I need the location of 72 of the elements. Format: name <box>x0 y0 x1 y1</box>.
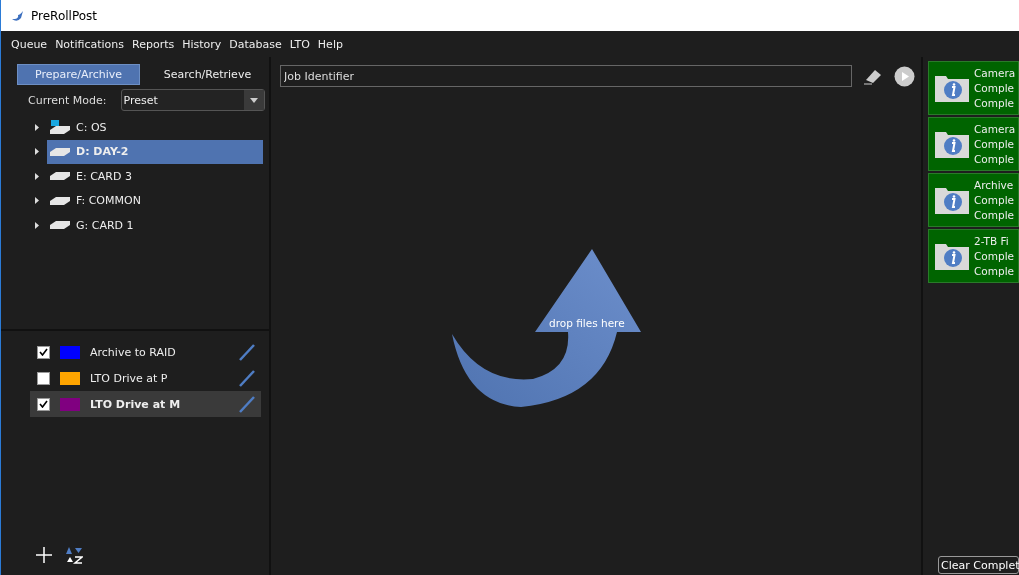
drive-item[interactable]: D: DAY-2 <box>47 139 263 164</box>
notification-text: Camera <box>974 121 1016 137</box>
notification-text: Comple <box>974 207 1015 223</box>
info-folder-icon <box>934 241 970 271</box>
menu-item[interactable]: Reports <box>132 37 175 51</box>
sort-icon[interactable] <box>66 546 83 564</box>
drive-icon <box>50 147 70 156</box>
preset-row[interactable]: LTO Drive at M <box>30 391 261 417</box>
preset-name: LTO Drive at M <box>90 397 182 411</box>
drop-hint: drop files here <box>549 316 625 329</box>
info-folder-icon <box>934 129 970 159</box>
clear-completed-button[interactable]: Clear Complet <box>938 556 1019 574</box>
add-icon[interactable] <box>36 547 52 563</box>
edit-pencil-icon[interactable] <box>238 369 256 387</box>
job-identifier-field[interactable]: Job Identifier <box>280 65 852 87</box>
notification-text: Comple <box>974 95 1016 111</box>
notification-text: Comple <box>974 192 1015 208</box>
computer-drive-icon <box>50 120 70 135</box>
drive-label: E: CARD 3 <box>76 169 132 183</box>
preset-name: LTO Drive at P <box>90 371 169 385</box>
notification-card[interactable]: 2-TB Fi Comple Comple <box>928 229 1019 283</box>
caret-icon <box>249 97 258 103</box>
notification-text: Comple <box>974 136 1016 152</box>
expand-arrow-icon[interactable] <box>35 221 39 229</box>
notification-card[interactable]: Camera Comple Comple <box>928 117 1019 171</box>
drive-icon <box>50 196 70 205</box>
menu-item[interactable]: Queue <box>11 37 48 51</box>
drive-label: D: DAY-2 <box>76 145 129 159</box>
mode-label: Current Mode: <box>28 93 107 107</box>
expand-arrow-icon[interactable] <box>35 148 39 156</box>
drive-label: G: CARD 1 <box>76 218 134 232</box>
notification-text: Comple <box>974 263 1015 279</box>
checkbox[interactable] <box>37 397 50 411</box>
mode-dropdown[interactable]: Preset <box>120 89 265 111</box>
drive-item[interactable]: F: COMMON <box>47 188 263 213</box>
drive-item[interactable]: C: OS <box>47 115 263 140</box>
info-folder-icon <box>934 73 970 103</box>
edit-pencil-icon[interactable] <box>238 343 256 361</box>
preset-name: Archive to RAID <box>90 345 177 359</box>
expand-arrow-icon[interactable] <box>35 123 39 131</box>
notification-card[interactable]: Camera Comple Comple <box>928 61 1019 115</box>
notification-text: 2-TB Fi <box>974 233 1010 249</box>
tab[interactable]: Search/Retrieve <box>146 64 269 85</box>
notification-card[interactable]: Archive Comple Comple <box>928 173 1019 227</box>
drive-icon <box>50 221 70 230</box>
expand-arrow-icon[interactable] <box>35 172 39 180</box>
menu-item[interactable]: History <box>182 37 222 51</box>
preset-row[interactable]: Archive to RAID <box>30 339 261 365</box>
drive-label: F: COMMON <box>76 194 141 208</box>
notification-text: Comple <box>974 248 1015 264</box>
notification-text: Archive <box>974 177 1015 193</box>
eraser-icon[interactable] <box>862 67 884 85</box>
menu-item[interactable]: LTO <box>289 37 310 51</box>
drive-item[interactable]: E: CARD 3 <box>47 164 263 189</box>
play-icon[interactable] <box>894 65 915 87</box>
notification-text: Camera <box>974 65 1016 81</box>
drive-item[interactable]: G: CARD 1 <box>47 213 263 238</box>
menu-item[interactable]: Database <box>229 37 282 51</box>
tab[interactable]: Prepare/Archive <box>17 64 140 85</box>
checkbox[interactable] <box>37 371 50 385</box>
notification-text: Comple <box>974 151 1016 167</box>
notification-text: Comple <box>974 80 1016 96</box>
info-folder-icon <box>934 185 970 215</box>
preset-row[interactable]: LTO Drive at P <box>30 365 261 391</box>
drive-label: C: OS <box>76 120 107 134</box>
expand-arrow-icon[interactable] <box>35 197 39 205</box>
edit-pencil-icon[interactable] <box>238 395 256 413</box>
drive-icon <box>50 172 70 181</box>
window-title: PreRollPost <box>31 8 97 23</box>
checkbox[interactable] <box>37 345 50 359</box>
menu-item[interactable]: Help <box>317 37 343 51</box>
menu-item[interactable]: Notifications <box>55 37 124 51</box>
